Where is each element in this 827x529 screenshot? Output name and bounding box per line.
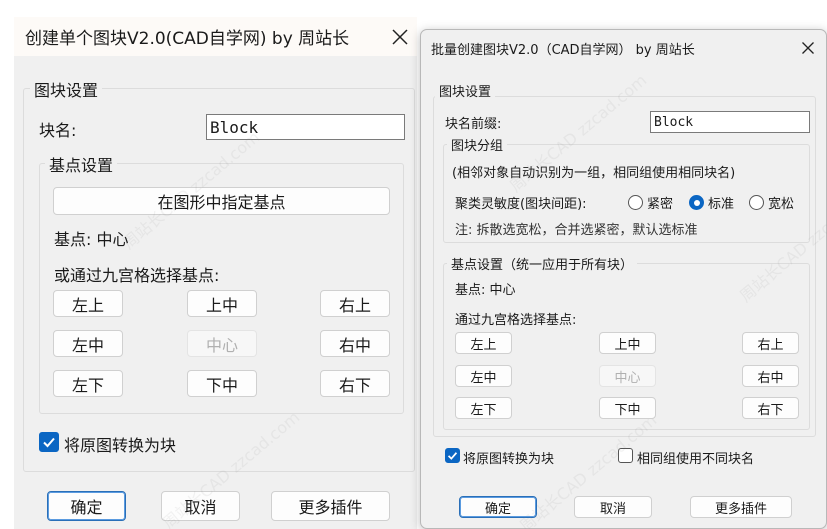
- checkmark-icon: [447, 452, 458, 460]
- more-plugins-button[interactable]: 更多插件: [690, 496, 792, 518]
- prefix-value: Block: [654, 114, 694, 130]
- block-name-input[interactable]: Block: [206, 114, 405, 140]
- close-button[interactable]: [795, 35, 821, 61]
- base-point-group-label: 基点设置: [45, 152, 118, 176]
- grid-button-bottom-center[interactable]: 下中: [187, 370, 257, 397]
- base-point-status: 基点: 中心: [455, 283, 516, 298]
- grid-button-top-left[interactable]: 左上: [53, 290, 123, 317]
- prefix-input[interactable]: Block: [650, 111, 810, 133]
- pick-base-point-button[interactable]: 在图形中指定基点: [53, 187, 390, 215]
- grid-prompt: 通过九宫格选择基点:: [455, 313, 577, 328]
- grid-prompt: 或通过九宫格选择基点:: [54, 266, 220, 285]
- dialog-title: 批量创建图块V2.0（CAD自学网） by 周站长: [431, 43, 695, 58]
- batch-create-block-dialog: 批量创建图块V2.0（CAD自学网） by 周站长 图块设置 块名前缀: Blo…: [420, 29, 827, 529]
- prefix-label: 块名前缀:: [445, 117, 502, 132]
- base-point-group-label: 基点设置（统一应用于所有块）: [447, 254, 638, 273]
- checkmark-icon: [43, 437, 55, 448]
- grid-button-middle-right[interactable]: 右中: [320, 330, 390, 357]
- sensitivity-radio-loose[interactable]: [749, 195, 764, 210]
- title-bar[interactable]: 创建单个图块V2.0(CAD自学网) by 周站长: [14, 17, 417, 56]
- cancel-button[interactable]: 取消: [574, 496, 652, 518]
- ok-button[interactable]: 确定: [459, 496, 537, 518]
- grid-button-center: 中心: [187, 330, 257, 357]
- grid-button-middle-right[interactable]: 右中: [742, 365, 799, 387]
- grid-button-bottom-left[interactable]: 左下: [455, 397, 512, 419]
- base-point-status: 基点: 中心: [54, 230, 129, 249]
- close-button[interactable]: [386, 23, 414, 51]
- grid-button-bottom-right[interactable]: 右下: [742, 397, 799, 419]
- block-name-value: Block: [210, 117, 259, 137]
- grouping-group-label: 图块分组: [447, 135, 508, 154]
- title-bar[interactable]: 批量创建图块V2.0（CAD自学网） by 周站长: [421, 30, 826, 64]
- sensitivity-radio-standard[interactable]: [689, 195, 704, 210]
- cancel-button[interactable]: 取消: [161, 491, 240, 521]
- diff-name-checkbox[interactable]: [618, 448, 633, 463]
- dialog-title: 创建单个图块V2.0(CAD自学网) by 周站长: [25, 29, 350, 49]
- sensitivity-option-standard: 标准: [708, 197, 735, 212]
- block-settings-group-label: 图块设置: [435, 81, 496, 100]
- convert-to-block-label: 将原图转换为块: [64, 436, 177, 455]
- create-single-block-dialog: 创建单个图块V2.0(CAD自学网) by 周站长 图块设置 块名: Block…: [14, 17, 417, 529]
- sensitivity-radio-tight[interactable]: [628, 195, 643, 210]
- grid-button-middle-left[interactable]: 左中: [455, 365, 512, 387]
- ok-button[interactable]: 确定: [47, 491, 126, 521]
- more-plugins-button[interactable]: 更多插件: [271, 491, 390, 521]
- diff-name-label: 相同组使用不同块名: [637, 452, 755, 467]
- block-name-label: 块名:: [39, 121, 77, 140]
- grid-button-bottom-center[interactable]: 下中: [599, 397, 656, 419]
- sensitivity-option-loose: 宽松: [768, 197, 795, 212]
- grid-button-bottom-right[interactable]: 右下: [320, 370, 390, 397]
- grouping-description: (相邻对象自动识别为一组，相同组使用相同块名): [452, 166, 736, 181]
- grid-button-middle-left[interactable]: 左中: [53, 330, 123, 357]
- sensitivity-label: 聚类灵敏度(图块间距):: [455, 197, 587, 212]
- grid-button-top-center[interactable]: 上中: [599, 332, 656, 354]
- grid-button-top-right[interactable]: 右上: [742, 332, 799, 354]
- grid-button-bottom-left[interactable]: 左下: [53, 370, 123, 397]
- block-settings-group-label: 图块设置: [30, 77, 103, 101]
- sensitivity-note: 注: 拆散选宽松，合并选紧密，默认选标准: [455, 223, 698, 238]
- grid-button-top-center[interactable]: 上中: [187, 290, 257, 317]
- grid-button-top-left[interactable]: 左上: [455, 332, 512, 354]
- sensitivity-option-tight: 紧密: [647, 197, 674, 212]
- close-icon: [802, 42, 814, 54]
- close-icon: [392, 29, 408, 45]
- convert-to-block-checkbox[interactable]: [39, 432, 59, 452]
- convert-to-block-checkbox[interactable]: [445, 448, 460, 463]
- grid-button-center: 中心: [599, 365, 656, 387]
- convert-to-block-label: 将原图转换为块: [463, 452, 555, 467]
- grid-button-top-right[interactable]: 右上: [320, 290, 390, 317]
